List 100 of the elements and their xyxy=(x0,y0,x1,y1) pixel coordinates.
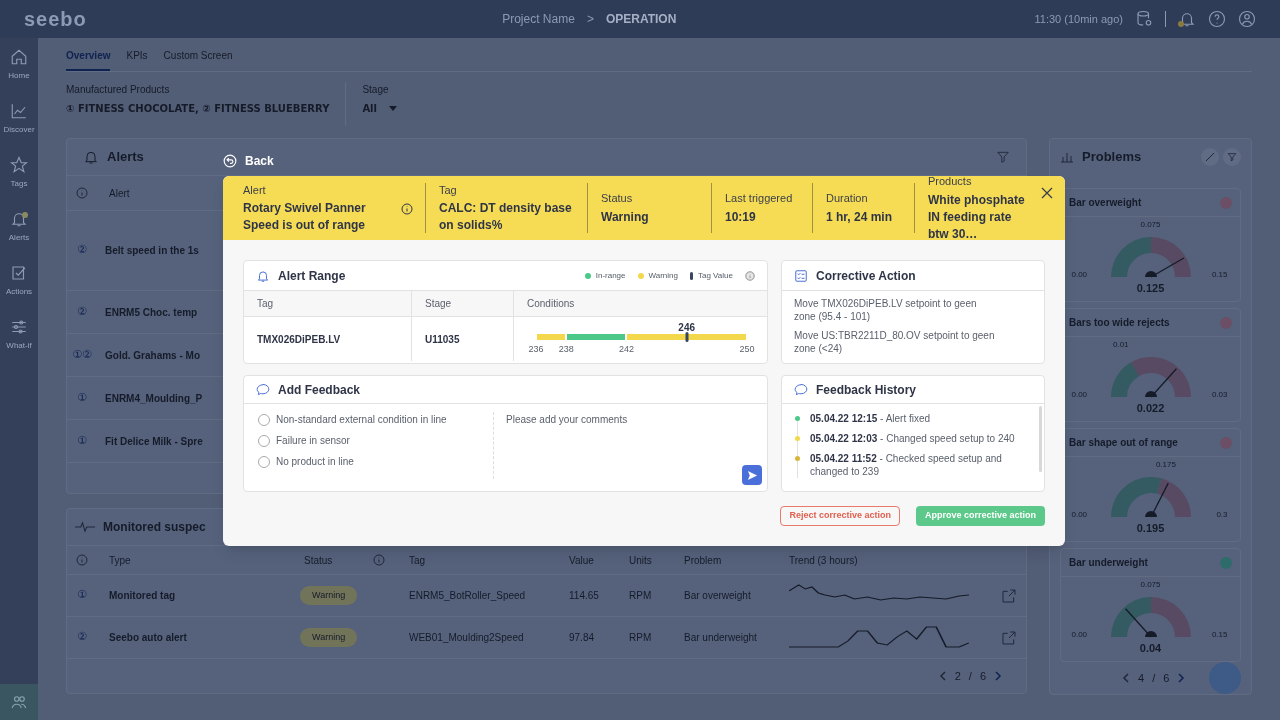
page-number: 2 xyxy=(954,668,961,684)
header-value: White phosphate IN feeding rate btw 30… xyxy=(928,191,1026,243)
page-separator: / xyxy=(1152,670,1156,686)
notifications-icon[interactable] xyxy=(1178,10,1196,28)
send-button[interactable] xyxy=(742,465,762,485)
next-page-icon[interactable] xyxy=(1177,673,1186,683)
filter-dropdown[interactable]: ① FITNESS CHOCOLATE, ② FITNESS BLUEBERRY xyxy=(66,101,330,116)
tag-cell-text: WEB01_Moulding2Speed xyxy=(409,631,524,645)
gauge-max-label: 0.03 xyxy=(1211,389,1228,401)
header-label: Products xyxy=(928,176,973,190)
back-link[interactable]: Back xyxy=(245,152,274,170)
sidebar-item[interactable]: Home xyxy=(0,38,38,92)
checkbox-icon xyxy=(10,264,28,282)
history-entry: 05.04.22 12:03 - Changed speed setup to 240 xyxy=(810,432,1016,445)
gauge-mid-label: 0.075 xyxy=(1140,579,1161,591)
units-cell-text: RPM xyxy=(629,631,652,645)
sidebar-item[interactable]: Tags xyxy=(0,146,38,200)
radio-option[interactable]: Non-standard external condition in line xyxy=(258,412,493,427)
previous-page-icon[interactable] xyxy=(1122,673,1130,683)
column-header[interactable]: Problem xyxy=(684,552,722,568)
value-cell-text: 97.84 xyxy=(569,631,595,645)
gauge-normal-zone xyxy=(1110,597,1151,637)
back-icon[interactable] xyxy=(223,154,237,168)
card-title: Monitored suspec xyxy=(103,519,206,536)
history-entry: 05.04.22 11:52 - Checked speed setup and changed to 239 xyxy=(810,452,1003,478)
user-icon[interactable] xyxy=(1238,10,1256,28)
alert-name: ENRM4_Moulding_P xyxy=(104,391,203,406)
gauge-normal-zone xyxy=(1110,237,1151,277)
stage-number: ① xyxy=(76,389,88,406)
column-header[interactable]: Alert xyxy=(97,185,130,201)
gauge-max-label: 0.15 xyxy=(1211,269,1228,281)
help-icon[interactable] xyxy=(1208,10,1226,28)
alert-name: Belt speed in the 1s xyxy=(104,244,199,258)
project-name[interactable]: Project Name xyxy=(502,10,575,28)
page-total: 6 xyxy=(979,668,986,684)
filter-label: Manufactured Products xyxy=(66,83,171,97)
status-badge: Warning xyxy=(300,585,358,606)
filter-dropdown[interactable]: All xyxy=(362,101,397,116)
info-icon xyxy=(745,269,755,282)
tab[interactable]: KPIs xyxy=(126,48,148,71)
legend-label: In-range xyxy=(595,269,626,282)
card-title: Problems xyxy=(1082,147,1142,166)
column-header[interactable]: Status xyxy=(304,552,333,568)
bell-icon xyxy=(256,268,270,283)
column-header[interactable]: Units xyxy=(629,552,652,568)
gauge-value: 0.022 xyxy=(1136,401,1165,416)
external-link-icon[interactable] xyxy=(1001,629,1017,646)
filter-icon xyxy=(1227,151,1237,162)
column-header[interactable]: Trend (3 hours) xyxy=(789,552,858,568)
chat-icon xyxy=(256,382,270,397)
filter-button[interactable] xyxy=(1223,147,1241,166)
comment-field[interactable]: Please add your comments xyxy=(506,412,733,472)
status-badge: Warning xyxy=(300,627,358,648)
problem-cell-text: Bar overweight xyxy=(684,589,751,603)
bell-icon xyxy=(83,149,99,165)
info-icon xyxy=(76,187,88,199)
filter-icon[interactable] xyxy=(996,150,1010,164)
screen-name: OPERATION xyxy=(605,11,677,28)
tick-label: 238 xyxy=(558,343,574,356)
sidebar-item[interactable]: Actions xyxy=(0,254,38,308)
close-icon[interactable] xyxy=(1041,187,1053,199)
info-icon xyxy=(401,203,413,216)
radio-option[interactable]: No product in line xyxy=(258,454,493,469)
tab[interactable]: Overview xyxy=(66,48,111,71)
problem-title: Bar underweight xyxy=(1069,556,1148,570)
column-header[interactable]: Type xyxy=(109,552,131,568)
card-title: Alert Range xyxy=(278,267,346,285)
problem-title: Bars too wide rejects xyxy=(1069,316,1170,330)
stage-number: ①② xyxy=(71,346,93,363)
column-header[interactable]: Tag xyxy=(409,552,426,568)
approve-button[interactable]: Approve corrective action xyxy=(915,506,1045,526)
team-button[interactable] xyxy=(0,684,38,720)
stage-cell-text: U11035 xyxy=(425,332,460,347)
database-icon[interactable] xyxy=(1135,10,1153,28)
gauge-normal-zone xyxy=(1110,362,1139,397)
reject-button[interactable]: Reject corrective action xyxy=(780,506,900,526)
sidebar-item[interactable]: Discover xyxy=(0,92,38,146)
bars-icon xyxy=(1060,150,1074,163)
gauge-alarm-zone xyxy=(1150,237,1191,277)
collapse-button[interactable] xyxy=(1201,147,1219,166)
column-header: Tag xyxy=(257,297,274,311)
next-page-icon[interactable] xyxy=(994,671,1002,681)
scrollbar[interactable] xyxy=(1039,406,1042,472)
sidebar-item[interactable]: Alerts xyxy=(0,200,38,254)
header-label: Tag xyxy=(439,182,458,198)
column-header: Stage xyxy=(425,297,452,311)
column-header[interactable]: Value xyxy=(569,552,594,568)
stage-number: ① xyxy=(77,587,87,604)
gauge-value: 0.04 xyxy=(1139,641,1162,656)
radio-option[interactable]: Failure in sensor xyxy=(258,433,493,448)
gauge-alarm-zone xyxy=(1130,357,1191,397)
gauge-mid-label: 0.01 xyxy=(1112,339,1129,351)
previous-page-icon[interactable] xyxy=(938,671,947,681)
tag-cell-text: ENRM5_BotRoller_Speed xyxy=(409,589,526,603)
sidebar-item[interactable]: What-if xyxy=(0,308,38,362)
legend-label: Tag Value xyxy=(698,269,733,282)
tab[interactable]: Custom Screen xyxy=(163,48,233,71)
external-link-icon[interactable] xyxy=(1001,587,1017,604)
header-label: Alert xyxy=(243,182,267,198)
column-header: Conditions xyxy=(527,297,575,311)
